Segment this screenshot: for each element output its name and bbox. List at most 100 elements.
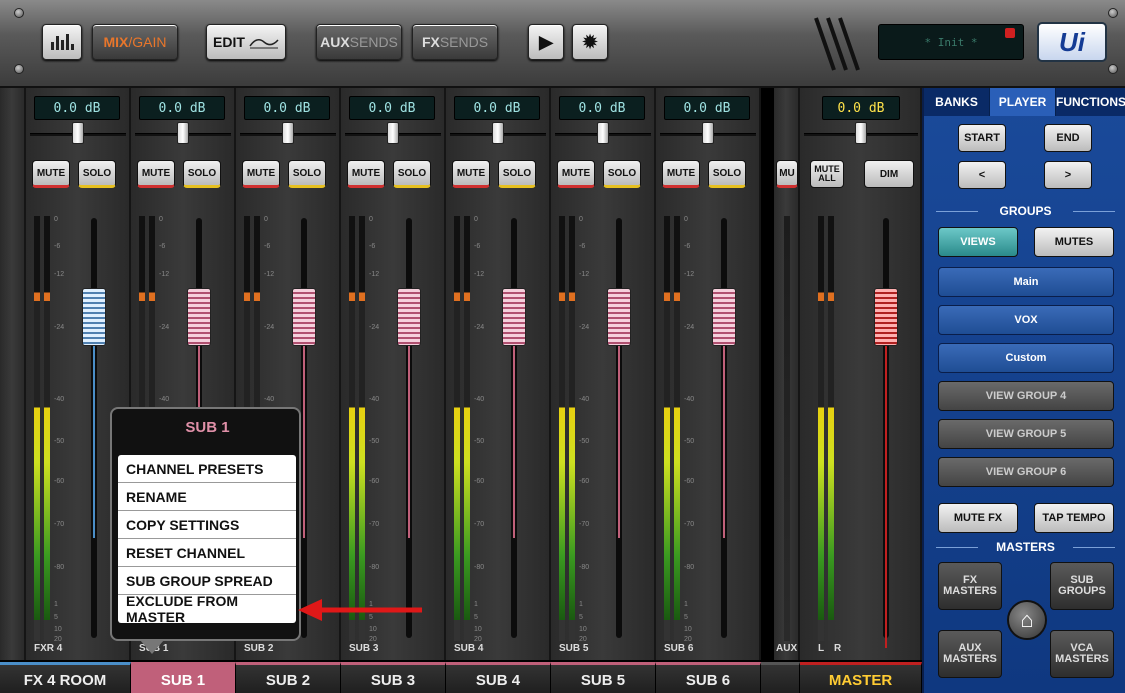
vca-masters-button[interactable]: VCA MASTERS: [1050, 630, 1114, 678]
menu-item-reset-channel[interactable]: RESET CHANNEL: [118, 539, 296, 567]
mix-gain-button[interactable]: MIX/GAIN: [92, 24, 178, 60]
mute-button[interactable]: MUTE: [662, 160, 700, 188]
meter-tick-label: -6: [54, 243, 61, 250]
pan-knob[interactable]: [702, 122, 714, 144]
popup-pointer: [140, 640, 164, 654]
fx-sends-button[interactable]: FX SENDS: [412, 24, 498, 60]
channel-name-label[interactable]: SUB 3: [341, 662, 446, 693]
meter-tick-label: -70: [474, 521, 485, 528]
mute-all-button[interactable]: MUTE ALL: [810, 160, 844, 188]
play-button[interactable]: ▶: [528, 24, 564, 60]
master-fader-cap[interactable]: [874, 288, 898, 346]
menu-item-sub-group-spread[interactable]: SUB GROUP SPREAD: [118, 567, 296, 595]
sub-groups-button[interactable]: SUB GROUPS: [1050, 562, 1114, 610]
tab-banks[interactable]: BANKS: [924, 88, 990, 116]
view-group-6-button[interactable]: VIEW GROUP 6: [938, 457, 1114, 487]
mute-fx-button[interactable]: MUTE FX: [938, 503, 1018, 533]
channel-name-label[interactable]: SUB 4: [446, 662, 551, 693]
meter-tick-label: 10: [684, 626, 692, 633]
channel-name-label[interactable]: SUB 6: [656, 662, 761, 693]
mute-button[interactable]: MUTE: [242, 160, 280, 188]
channel-name-label[interactable]: SUB 2: [236, 662, 341, 693]
mute-button[interactable]: MUTE: [557, 160, 595, 188]
solo-button[interactable]: SOLO: [288, 160, 326, 188]
tab-functions[interactable]: FUNCTIONS: [1056, 88, 1125, 116]
menu-item-channel-presets[interactable]: CHANNEL PRESETS: [118, 455, 296, 483]
channel-db-readout: 0.0 dB: [244, 96, 330, 120]
view-group-vox-button[interactable]: VOX: [938, 305, 1114, 335]
fx-label: FX: [421, 34, 440, 50]
views-button[interactable]: VIEWS: [938, 227, 1018, 257]
channel-name-label[interactable]: SUB 5: [551, 662, 656, 693]
fader-cap[interactable]: [292, 288, 316, 346]
aux-name-label[interactable]: [761, 662, 800, 693]
ui-logo[interactable]: Ui: [1037, 22, 1107, 62]
tap-tempo-button[interactable]: TAP TEMPO: [1034, 503, 1114, 533]
channel-strip-master: 0.0 dB MUTE ALL DIM L R: [800, 88, 922, 660]
edit-button[interactable]: EDIT: [206, 24, 286, 60]
fader-cap[interactable]: [607, 288, 631, 346]
aux-mute-button[interactable]: MU: [776, 160, 798, 188]
screw-icon: [1108, 64, 1118, 74]
channel-name-label[interactable]: FX 4 ROOM: [0, 662, 131, 693]
solo-button[interactable]: SOLO: [183, 160, 221, 188]
meter-tick-label: -6: [264, 243, 271, 250]
pan-knob[interactable]: [72, 122, 84, 144]
meter-tick-label: -24: [684, 324, 695, 331]
menu-item-exclude-from-master[interactable]: EXCLUDE FROM MASTER: [118, 593, 296, 625]
tab-player[interactable]: PLAYER: [990, 88, 1056, 116]
fader-level-line: [303, 328, 305, 538]
fader-cap[interactable]: [397, 288, 421, 346]
mute-button[interactable]: MUTE: [137, 160, 175, 188]
bank-prev-button[interactable]: <: [958, 161, 1006, 189]
pan-knob[interactable]: [387, 122, 399, 144]
aux-sends-button[interactable]: AUX SENDS: [316, 24, 402, 60]
fx-masters-button[interactable]: FX MASTERS: [938, 562, 1002, 610]
meter-tick-label: -6: [159, 243, 166, 250]
level-meter-left: [664, 216, 670, 641]
mute-button[interactable]: MUTE: [452, 160, 490, 188]
solo-button[interactable]: SOLO: [393, 160, 431, 188]
solo-button[interactable]: SOLO: [498, 160, 536, 188]
solo-button[interactable]: SOLO: [708, 160, 746, 188]
aux-masters-button[interactable]: AUX MASTERS: [938, 630, 1002, 678]
channel-name-label[interactable]: SUB 1: [131, 662, 236, 693]
master-pan-knob[interactable]: [855, 122, 867, 144]
solo-button[interactable]: SOLO: [78, 160, 116, 188]
master-name-label[interactable]: MASTER: [800, 662, 922, 693]
settings-button[interactable]: ✹: [572, 24, 608, 60]
mutes-button[interactable]: MUTES: [1034, 227, 1114, 257]
fader-cap[interactable]: [502, 288, 526, 346]
home-button[interactable]: ⌂: [1007, 600, 1047, 640]
bank-next-button[interactable]: >: [1044, 161, 1092, 189]
bank-start-button[interactable]: START: [958, 124, 1006, 152]
pan-knob[interactable]: [492, 122, 504, 144]
pan-knob[interactable]: [177, 122, 189, 144]
view-group-main-button[interactable]: Main: [938, 267, 1114, 297]
channel-context-menu: SUB 1 CHANNEL PRESETS RENAME COPY SETTIN…: [110, 407, 301, 641]
meter-tick-label: -40: [159, 396, 170, 403]
mixer-icon-button[interactable]: [42, 24, 82, 60]
fader-cap[interactable]: [187, 288, 211, 346]
dim-button[interactable]: DIM: [864, 160, 914, 188]
meter-tick-label: -60: [579, 478, 590, 485]
meter-tick-label: -60: [684, 478, 695, 485]
meter-tick-label: -6: [579, 243, 586, 250]
menu-item-rename[interactable]: RENAME: [118, 483, 296, 511]
menu-item-copy-settings[interactable]: COPY SETTINGS: [118, 511, 296, 539]
pan-knob[interactable]: [597, 122, 609, 144]
bank-end-button[interactable]: END: [1044, 124, 1092, 152]
view-group-5-button[interactable]: VIEW GROUP 5: [938, 419, 1114, 449]
meter-tick-label: -70: [579, 521, 590, 528]
meter-tick-label: 20: [474, 636, 482, 643]
meter-tick-label: 0: [369, 216, 373, 223]
mute-button[interactable]: MUTE: [347, 160, 385, 188]
view-group-4-button[interactable]: VIEW GROUP 4: [938, 381, 1114, 411]
view-group-custom-button[interactable]: Custom: [938, 343, 1114, 373]
mute-button[interactable]: MUTE: [32, 160, 70, 188]
pan-knob[interactable]: [282, 122, 294, 144]
solo-button[interactable]: SOLO: [603, 160, 641, 188]
fader-cap[interactable]: [82, 288, 106, 346]
fader-cap[interactable]: [712, 288, 736, 346]
meter-tick-label: -6: [474, 243, 481, 250]
